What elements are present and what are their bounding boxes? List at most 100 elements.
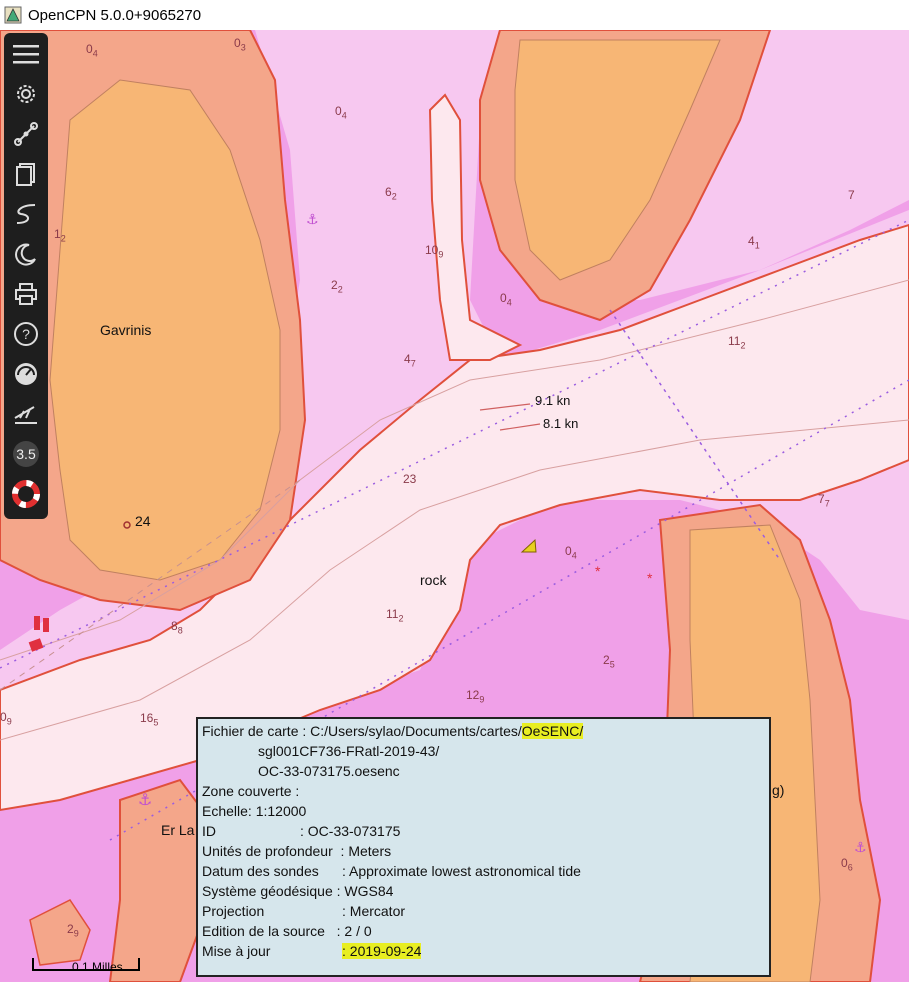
id-value: : OC-33-073175 <box>300 823 401 839</box>
anchorage-icon: ⚓ <box>306 211 319 227</box>
geodetic-label: Système géodésique <box>202 883 333 899</box>
info-file-row: Fichier de carte : C:/Users/sylao/Docume… <box>202 721 765 741</box>
sounding: 112 <box>386 607 404 624</box>
datum-value: : Approximate lowest astronomical tide <box>342 863 581 879</box>
window-title: OpenCPN 5.0.0+9065270 <box>28 6 202 24</box>
color-scheme-button[interactable] <box>8 237 44 271</box>
scale-row: Echelle: 1:12000 <box>202 803 307 819</box>
sounding: 23 <box>403 472 417 486</box>
sounding: 12 <box>54 227 66 244</box>
label-current-1: 9.1 kn <box>535 393 571 408</box>
file-path-highlight: OeSENC/ <box>521 723 584 739</box>
depth-units-value: : Meters <box>340 843 392 859</box>
track-icon <box>16 204 36 224</box>
label-er-lan: Er La <box>161 822 195 838</box>
lifebuoy-icon <box>12 480 40 508</box>
sounding: 04 <box>500 291 512 308</box>
sounding: 04 <box>335 104 347 121</box>
geodetic-value: : WGS84 <box>336 883 394 899</box>
scale-bar-label: 0.1 Milles <box>72 960 123 974</box>
title-bar: OpenCPN 5.0.0+9065270 <box>0 0 909 30</box>
help-icon: ? <box>14 322 38 346</box>
edition-row: Edition de la source : 2 / 0 <box>202 921 765 941</box>
sounding: 06 <box>841 856 853 873</box>
documents-icon <box>16 163 35 186</box>
update-value: 2019-09-24 <box>349 943 422 959</box>
tides-button[interactable] <box>8 397 44 431</box>
route-button[interactable] <box>8 117 44 151</box>
rock-symbol-icon-2: * <box>647 570 653 586</box>
hamburger-icon <box>13 45 39 64</box>
moon-icon <box>15 243 36 266</box>
print-button[interactable] <box>8 277 44 311</box>
help-button[interactable]: ? <box>8 317 44 351</box>
menu-button[interactable] <box>8 37 44 71</box>
beacon-icon-2 <box>43 618 49 632</box>
sounding: 25 <box>603 653 615 670</box>
depth-units-label: Unités de profondeur <box>202 843 333 859</box>
id-row: ID : OC-33-073175 <box>202 821 765 841</box>
file-path-line-3: OC-33-073175.oesenc <box>258 763 400 779</box>
label-gavrinis: Gavrinis <box>100 322 152 338</box>
anchorage-icon-2: ⚓ <box>138 792 152 809</box>
sounding: 09 <box>0 710 12 727</box>
sounding: 47 <box>404 352 416 369</box>
label-peak: 24 <box>135 513 151 529</box>
zone-row: Zone couverte : <box>202 783 300 799</box>
sounding: 129 <box>466 688 485 705</box>
dashboard-button[interactable] <box>8 357 44 391</box>
dashboard-icon <box>15 363 37 385</box>
rock-symbol-icon: * <box>595 563 601 579</box>
opencpn-app-icon <box>4 6 22 24</box>
scale-button[interactable]: 3.5 <box>8 437 44 471</box>
gear-icon <box>17 85 35 103</box>
sounding: 62 <box>385 185 397 202</box>
svg-text:?: ? <box>22 326 30 342</box>
file-label: Fichier de carte : <box>202 723 307 739</box>
sounding: 22 <box>331 278 343 295</box>
sounding: 88 <box>171 619 183 636</box>
chart-info-popup: Fichier de carte : C:/Users/sylao/Docume… <box>196 717 771 977</box>
sounding: 04 <box>565 544 577 561</box>
main-toolbar: ? 3.5 <box>4 33 48 519</box>
edition-label: Edition de la source <box>202 923 325 939</box>
projection-row: Projection : Mercator <box>202 901 765 921</box>
update-prefix: : <box>342 943 350 959</box>
update-row: Mise à jour: 2019-09-24 <box>202 941 765 961</box>
update-label: Mise à jour <box>202 943 271 959</box>
scale-icon: 3.5 <box>13 441 39 467</box>
scale-value: 3.5 <box>16 446 36 462</box>
tide-icon <box>14 406 37 424</box>
update-value-highlight: : 2019-09-24 <box>342 943 422 959</box>
id-label: ID <box>202 823 216 839</box>
projection-value: : Mercator <box>342 903 406 919</box>
geodetic-row: Système géodésique : WGS84 <box>202 881 765 901</box>
sounding: 165 <box>140 711 159 728</box>
datum-row: Datum des sondes : Approximate lowest ast… <box>202 861 765 881</box>
options-button[interactable] <box>8 77 44 111</box>
sounding: 04 <box>86 42 98 59</box>
beacon-icon <box>34 616 40 630</box>
projection-label: Projection <box>202 903 265 919</box>
datum-label: Datum des sondes <box>202 863 319 879</box>
route-icon <box>14 122 38 146</box>
sounding: 03 <box>234 36 246 53</box>
label-current-2: 8.1 kn <box>543 416 579 431</box>
sounding: 112 <box>728 334 746 351</box>
label-rock: rock <box>420 572 447 588</box>
label-g: g) <box>772 782 785 798</box>
sounding: 29 <box>67 922 79 939</box>
anchorage-icon-3: ⚓ <box>854 839 867 855</box>
track-button[interactable] <box>8 197 44 231</box>
sounding: 41 <box>748 234 760 251</box>
mob-button[interactable] <box>8 477 44 511</box>
file-path-line-2: sgl001CF736-FRatl-2019-43/ <box>258 743 440 759</box>
route-manager-button[interactable] <box>8 157 44 191</box>
sounding: 77 <box>818 492 830 509</box>
edition-value: : 2 / 0 <box>336 923 372 939</box>
sounding: 7 <box>848 188 855 202</box>
file-path-part: C:/Users/sylao/Documents/cartes/ <box>310 723 522 739</box>
printer-icon <box>15 283 37 305</box>
depth-units-row: Unités de profondeur : Meters <box>202 841 765 861</box>
sounding: 109 <box>425 243 444 260</box>
